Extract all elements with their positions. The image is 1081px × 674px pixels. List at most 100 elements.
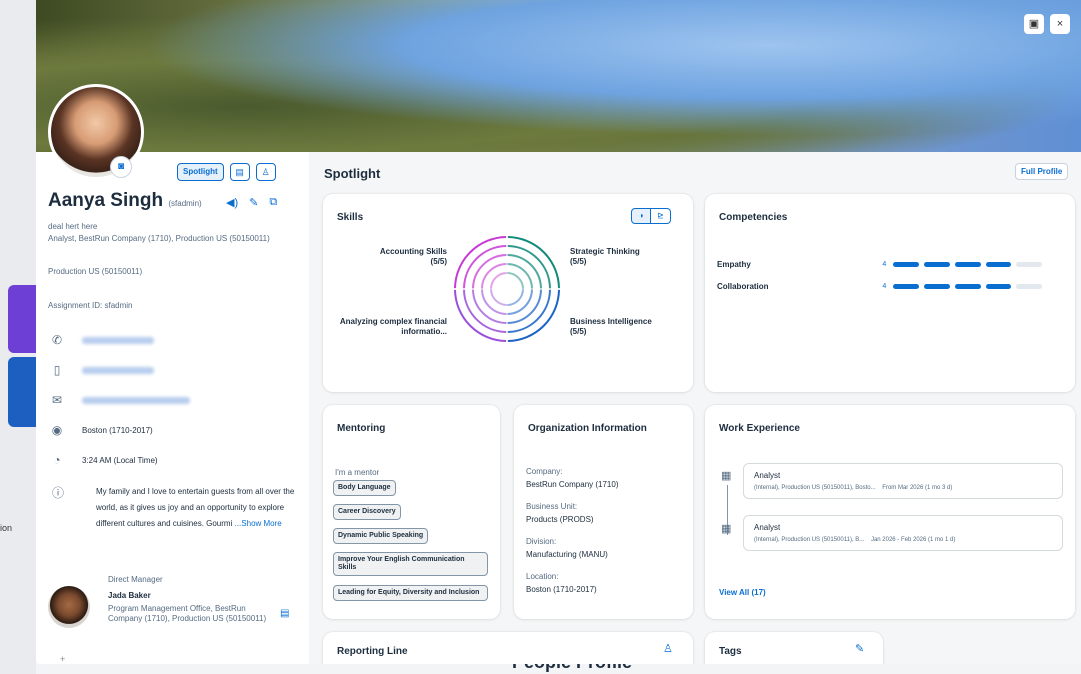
cover-image (36, 0, 1081, 152)
about-me: My family and I love to entertain guests… (96, 484, 301, 532)
edit-icon[interactable]: ✎ (855, 642, 864, 655)
profile-tagline: deal hert here (48, 222, 98, 231)
job-dates: Jan 2026 - Feb 2026 (1 mo 1 d) (870, 537, 956, 543)
work-experience-card: Work Experience ▦ ▦ Analyst (Internal), … (705, 405, 1075, 619)
profile-quick-card: ▣ × ◙ Spotlight ▤ ♙ Aanya Singh (sfadmin… (36, 0, 1081, 664)
competency-rating-segment (954, 284, 981, 289)
avatar-camera-button[interactable]: ◙ (110, 156, 132, 178)
competency-rating-segment (893, 262, 920, 267)
profile-username: (sfadmin) (168, 199, 202, 208)
manager-avatar[interactable] (48, 586, 90, 628)
camera-icon: ◙ (117, 161, 125, 172)
competency-rating-segment (954, 262, 981, 267)
pronunciation-icon[interactable]: ◀) (226, 196, 238, 209)
org-chart-icon[interactable]: ♙ (663, 642, 673, 655)
contact-mobile[interactable]: ▯ (50, 363, 154, 377)
org-field-value: Boston (1710-2017) (526, 585, 597, 594)
organization-title: Organization Information (528, 423, 647, 434)
contact-email[interactable]: ✉ (50, 393, 190, 407)
mentor-subtitle: I'm a mentor (335, 468, 380, 477)
skill-arc (507, 289, 533, 315)
skill-arc (481, 289, 507, 315)
competencies-title: Competencies (719, 212, 788, 223)
org-chart-icon: ♙ (261, 167, 270, 177)
view-all-link[interactable]: View All (17) (719, 588, 766, 597)
mentor-topic: Career Discovery (333, 504, 401, 520)
calendar-icon: ▦ (721, 523, 732, 535)
org-field-label: Location: (526, 572, 559, 581)
edit-icon[interactable]: ✎ (249, 196, 258, 209)
skill-arc (507, 289, 560, 342)
close-button[interactable]: × (1050, 14, 1070, 34)
org-field-label: Company: (526, 467, 563, 476)
job-detail: (Internal), Production US (50150011), Bo… (754, 485, 952, 491)
competency-name: Collaboration (717, 282, 769, 291)
competency-row: Collaboration 4 (717, 282, 1047, 291)
competency-rating-segment (1016, 284, 1042, 289)
competency-rating-segment (985, 262, 1012, 267)
org-chart-button[interactable]: ♙ (255, 163, 276, 181)
clock-icon: ◔ (53, 453, 61, 467)
organization-card: Organization Information Company: BestRu… (514, 405, 693, 619)
skills-card: Skills ◑ ⊵ Accounting Skills (5/5) Strat… (323, 194, 693, 392)
skill-business-intelligence: Business Intelligence (5/5) (570, 317, 680, 337)
card-view-button[interactable]: ▤ (229, 163, 250, 181)
phone-icon: ✆ (51, 333, 63, 347)
phone-value (82, 336, 154, 344)
cover-camera-button[interactable]: ▣ (1024, 14, 1044, 34)
org-field-label: Business Unit: (526, 502, 578, 511)
skill-name: Analyzing complex financial informatio..… (339, 317, 447, 336)
profile-name: Aanya Singh (sfadmin) (48, 190, 202, 212)
work-experience-title: Work Experience (719, 423, 800, 434)
competency-row: Empathy 4 (717, 260, 1047, 269)
open-external-icon[interactable]: ⧉ (269, 196, 277, 209)
more-indicator-icon: + (60, 654, 66, 664)
competency-rating-segment (924, 284, 950, 289)
skill-arc (490, 289, 507, 306)
skill-arc (490, 272, 507, 289)
mentor-topic: Leading for Equity, Diversity and Inclus… (333, 585, 488, 601)
profile-department: Production US (50150011) (48, 267, 143, 276)
manager-label: Direct Manager (108, 575, 163, 584)
mentoring-card: Mentoring I'm a mentor Body Language Car… (323, 405, 500, 619)
job-detail: (Internal), Production US (50150011), B.… (754, 537, 955, 543)
skills-view-toggle: ◑ ⊵ (631, 208, 671, 224)
mentor-topic: Improve Your English Communication Skill… (333, 552, 488, 576)
name-actions: ◀) ✎ ⧉ (226, 196, 277, 209)
competency-value: 4 (882, 283, 887, 290)
profile-assignment-id: Assignment ID: sfadmin (48, 301, 133, 310)
reporting-line-card: Reporting Line ♙ (323, 632, 693, 664)
manager-card-icon[interactable]: ▤ (280, 608, 289, 619)
skill-accounting: Accounting Skills (5/5) (343, 247, 447, 267)
job-title: Analyst (754, 471, 781, 480)
background-tile-purple (8, 285, 36, 353)
local-time-value: 3:24 AM (Local Time) (82, 455, 158, 465)
job-org: (Internal), Production US (50150011), Bo… (754, 485, 876, 491)
skill-arc (507, 272, 524, 289)
skill-arc (481, 263, 507, 289)
skills-title: Skills (337, 212, 364, 223)
calendar-icon: ▦ (721, 470, 732, 482)
work-experience-item[interactable]: Analyst (Internal), Production US (50150… (743, 463, 1063, 499)
skill-analyzing: Analyzing complex financial informatio..… (327, 317, 447, 337)
mentor-topic: Body Language (333, 480, 396, 496)
contact-local-time: ◔ 3:24 AM (Local Time) (50, 453, 158, 467)
line-chart-icon[interactable]: ⊵ (651, 208, 671, 224)
competency-rating-segment (1016, 262, 1042, 267)
manager-name[interactable]: Jada Baker (108, 591, 151, 600)
show-more-link[interactable]: ...Show More (235, 519, 282, 528)
contact-phone[interactable]: ✆ (50, 333, 154, 347)
full-profile-button[interactable]: Full Profile (1015, 163, 1069, 180)
contact-location: ◉ Boston (1710-2017) (50, 423, 153, 437)
skill-arc (454, 289, 507, 342)
mobile-value (82, 366, 154, 374)
org-field-value: Products (PRODS) (526, 515, 594, 524)
skill-name: Business Intelligence (570, 317, 652, 326)
radial-chart-icon[interactable]: ◑ (631, 208, 651, 224)
skill-level: (5/5) (430, 257, 447, 266)
manager-org: Program Management Office, BestRun Compa… (108, 604, 267, 623)
work-experience-item[interactable]: Analyst (Internal), Production US (50150… (743, 515, 1063, 551)
competency-rating-segment (985, 284, 1012, 289)
spotlight-button[interactable]: Spotlight (177, 163, 224, 181)
skill-strategic: Strategic Thinking (5/5) (570, 247, 680, 267)
